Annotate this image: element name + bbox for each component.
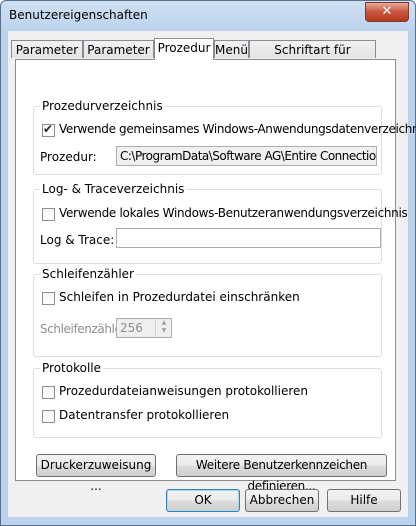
loop-count-spinner[interactable]: ▲ ▼	[155, 319, 171, 337]
tab-panel-prozedur: Prozedurverzeichnis Verwende gemeinsames…	[15, 59, 416, 493]
spin-down-icon[interactable]: ▼	[156, 327, 171, 335]
cancel-button[interactable]: Abbrechen	[245, 489, 319, 512]
dialog-client: Parameter 1 Parameter 2 Prozedur Menü Sc…	[8, 31, 416, 517]
procedure-field-label: Prozedur:	[40, 150, 97, 164]
window-title: Benutzereigenschaften	[9, 8, 148, 22]
group-legend: Prozedurverzeichnis	[40, 99, 165, 113]
dialog-window: Benutzereigenschaften ✕ Parameter 1 Para…	[0, 0, 416, 526]
log-trace-path-field[interactable]	[116, 228, 381, 248]
log-procedure-statements-label[interactable]: Prozedurdateianweisungen protokollieren	[59, 384, 308, 398]
shared-appdata-checkbox[interactable]	[42, 122, 55, 137]
local-appdata-checkbox-label[interactable]: Verwende lokales Windows-Benutzeranwendu…	[59, 206, 408, 220]
log-data-transfer-checkbox[interactable]	[42, 410, 55, 423]
shared-appdata-checkbox-label[interactable]: Verwende gemeinsames Windows-Anwendungsd…	[59, 122, 416, 136]
printer-assignment-button[interactable]: Druckerzuweisung ...	[36, 454, 156, 493]
tab-parameter-1[interactable]: Parameter 1	[11, 40, 83, 75]
tab-parameter-2[interactable]: Parameter 2	[83, 40, 154, 75]
group-protokolle: Protokolle	[33, 361, 382, 438]
group-legend: Schleifenzähler	[40, 267, 136, 281]
define-more-user-ids-button[interactable]: Weitere Benutzerkennzeichen definieren..…	[176, 454, 387, 493]
group-schleifenzaehler: Schleifenzähler	[33, 267, 382, 357]
close-button[interactable]: ✕	[365, 2, 409, 22]
limit-loops-checkbox[interactable]	[42, 292, 55, 305]
log-trace-field-label: Log & Trace:	[40, 233, 115, 247]
help-button[interactable]: Hilfe	[327, 489, 401, 512]
group-log-trace: Log- & Traceverzeichnis	[33, 182, 382, 264]
tab-schriftart[interactable]: Schriftart für Ausdruck	[249, 40, 376, 75]
group-legend: Protokolle	[40, 361, 103, 375]
log-data-transfer-label[interactable]: Datentransfer protokollieren	[59, 408, 229, 422]
loop-count-value: 256	[120, 321, 143, 335]
local-appdata-checkbox[interactable]	[42, 208, 55, 221]
procedure-path-field[interactable]: C:\ProgramData\Software AG\Entire Connec…	[116, 146, 377, 166]
ok-button[interactable]: OK	[166, 489, 240, 512]
log-procedure-statements-checkbox[interactable]	[42, 386, 55, 399]
loop-count-input[interactable]: 256 ▲ ▼	[116, 318, 172, 338]
limit-loops-checkbox-label[interactable]: Schleifen in Prozedurdatei einschränken	[59, 290, 300, 304]
tab-menu[interactable]: Menü	[214, 40, 249, 58]
group-legend: Log- & Traceverzeichnis	[40, 182, 187, 196]
tab-prozedur[interactable]: Prozedur	[154, 38, 214, 60]
spin-up-icon[interactable]: ▲	[156, 319, 171, 327]
